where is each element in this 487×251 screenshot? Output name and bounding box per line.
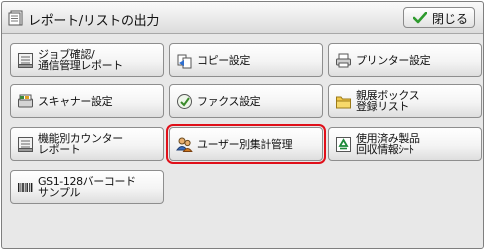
private-mailbox-list-button[interactable]: 親展ボックス 登録リスト xyxy=(328,84,482,118)
user-accounting-button[interactable]: ユーザー別集計管理 xyxy=(166,124,326,164)
copy-icon xyxy=(177,54,192,69)
job-status-report-button[interactable]: ジョブ確認/ 通信管理レポート xyxy=(10,43,164,77)
button-label: スキャナー設定 xyxy=(38,94,113,108)
printer-settings-button[interactable]: プリンター設定 xyxy=(328,43,482,77)
button-label: 親展ボックス 登録リスト xyxy=(356,89,420,113)
report-list-output-panel: レポート/リストの出力 閉じる ジョブ確認/ 通信管理レポート コピー設定 プリ… xyxy=(1,1,484,249)
title-bar: レポート/リストの出力 閉じる xyxy=(2,2,483,34)
fax-settings-button[interactable]: ファクス設定 xyxy=(169,84,323,118)
button-label: プリンター設定 xyxy=(356,53,431,67)
barcode-icon xyxy=(18,183,33,192)
button-label: ファクス設定 xyxy=(197,94,261,108)
close-button[interactable]: 閉じる xyxy=(403,7,475,28)
printer-icon xyxy=(336,53,351,68)
button-label: ジョブ確認/ 通信管理レポート xyxy=(38,48,123,72)
counter-report-icon xyxy=(18,137,33,152)
fax-icon xyxy=(177,94,192,109)
button-label: 機能別カウンター レポート xyxy=(38,132,123,156)
button-label: 使用済み製品 回収情報ｼｰﾄ xyxy=(356,132,420,156)
checkmark-icon xyxy=(413,12,427,24)
recycle-info-sheet-button[interactable]: 使用済み製品 回収情報ｼｰﾄ xyxy=(328,127,482,161)
scanner-icon xyxy=(18,94,33,108)
scanner-settings-button[interactable]: スキャナー設定 xyxy=(10,84,164,118)
report-document-icon xyxy=(8,10,23,26)
button-label: ユーザー別集計管理 xyxy=(197,137,293,151)
button-label: GS1-128バーコード サンプル xyxy=(38,175,136,199)
close-label: 閉じる xyxy=(432,12,469,26)
gs1-128-barcode-sample-button[interactable]: GS1-128バーコード サンプル xyxy=(10,170,164,204)
users-icon xyxy=(176,137,193,152)
copy-settings-button[interactable]: コピー設定 xyxy=(169,43,323,77)
button-label: コピー設定 xyxy=(197,53,250,67)
page-title: レポート/リストの出力 xyxy=(28,14,160,29)
recycle-icon xyxy=(336,137,351,152)
counter-report-button[interactable]: 機能別カウンター レポート xyxy=(10,127,164,161)
report-list-icon xyxy=(18,53,33,68)
folder-icon xyxy=(336,96,351,109)
